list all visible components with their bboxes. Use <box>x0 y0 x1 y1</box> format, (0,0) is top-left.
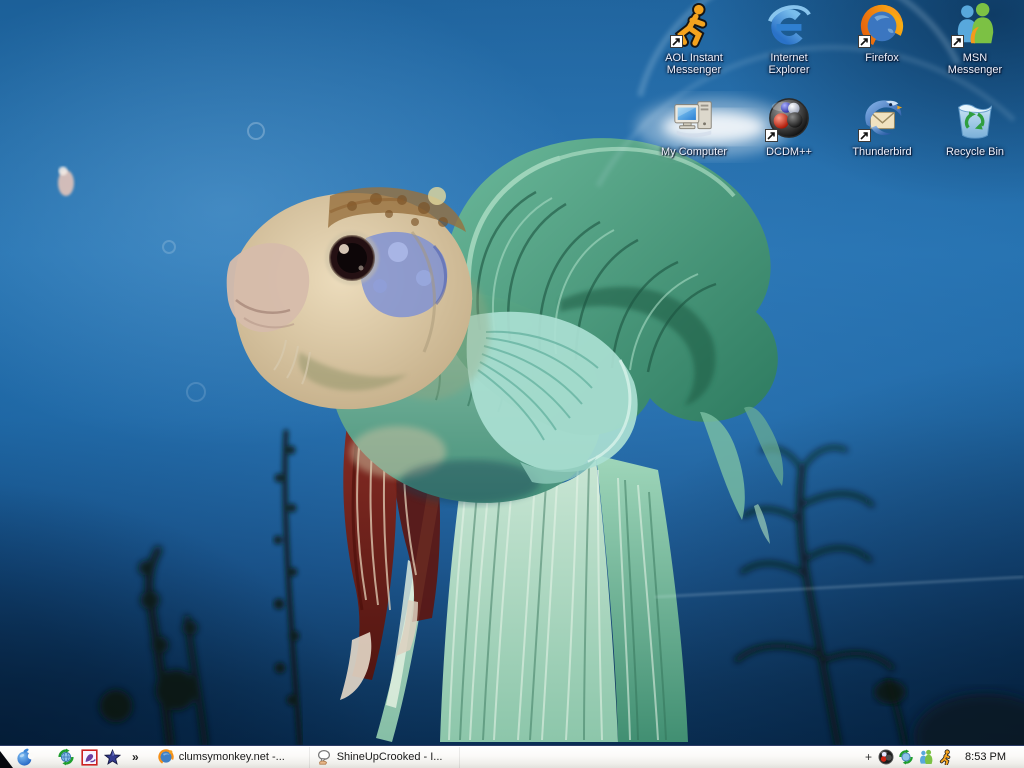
betta-fish <box>227 138 784 742</box>
shortcut-arrow-icon <box>765 129 778 142</box>
system-tray: + <box>865 746 1024 768</box>
quick-launch-bar: » <box>54 746 143 768</box>
icon-label: AOL InstantMessenger <box>650 52 738 76</box>
icon-label: MSNMessenger <box>931 52 1019 76</box>
tray-clock[interactable]: 8:53 PM <box>965 751 1006 763</box>
tray-expand-button[interactable]: + <box>865 751 872 763</box>
icon-label: InternetExplorer <box>745 52 833 76</box>
msn-messenger-tray-icon[interactable] <box>918 749 934 765</box>
internet-explorer-icon <box>765 2 813 48</box>
icon-label: My Computer <box>650 146 738 158</box>
icon-label: Recycle Bin <box>931 146 1019 158</box>
shortcut-arrow-icon <box>670 35 683 48</box>
taskbar-button-firefox-window[interactable]: clumsymonkey.net -... <box>152 746 310 768</box>
taskbar-button-label: ShineUpCrooked - I... <box>337 751 443 763</box>
shortcut-arrow-icon <box>858 129 871 142</box>
aol-tray-icon[interactable] <box>938 749 954 765</box>
firefox-icon <box>158 749 174 765</box>
icon-label: DCDM++ <box>745 146 833 158</box>
quick-launch-sync-globe[interactable] <box>54 746 78 768</box>
apple-logo-icon <box>15 747 35 767</box>
desktop-icon-internet-explorer[interactable]: InternetExplorer <box>745 2 833 76</box>
quick-launch-adobe-acrobat[interactable] <box>78 746 101 768</box>
icon-label: Firefox <box>838 52 926 64</box>
desktop-icon-dcdm[interactable]: DCDM++ <box>745 96 833 158</box>
my-computer-icon <box>670 96 718 142</box>
adobe-acrobat-icon <box>81 749 98 766</box>
shortcut-arrow-icon <box>951 35 964 48</box>
desktop-icon-recycle-bin[interactable]: Recycle Bin <box>931 96 1019 158</box>
dcdm-tray-icon[interactable] <box>878 749 894 765</box>
desktop-icon-firefox[interactable]: Firefox <box>838 2 926 64</box>
icon-label: Thunderbird <box>838 146 926 158</box>
recycle-bin-icon <box>951 96 999 142</box>
desktop-icon-aol-instant-messenger[interactable]: AOL InstantMessenger <box>650 2 738 76</box>
taskbar-corner-wedge <box>0 751 13 768</box>
desktop-icon-thunderbird[interactable]: Thunderbird <box>838 96 926 158</box>
desktop: AOL InstantMessenger InternetExplorer <box>0 0 1024 768</box>
aim-conversation-icon <box>316 749 332 765</box>
taskbar-button-aim-conversation[interactable]: ShineUpCrooked - I... <box>310 746 460 768</box>
sync-globe-icon <box>57 748 75 766</box>
taskbar: » clumsymonkey.net -... ShineUpCrooked -… <box>0 745 1024 768</box>
quick-launch-overflow-chevron[interactable]: » <box>128 750 143 764</box>
desktop-icon-my-computer[interactable]: My Computer <box>650 96 738 158</box>
start-button[interactable] <box>13 746 37 768</box>
quick-launch-bookmark-star[interactable] <box>101 746 124 768</box>
sync-globe-tray-icon[interactable] <box>898 749 914 765</box>
taskbar-button-label: clumsymonkey.net -... <box>179 751 285 763</box>
desktop-icon-msn-messenger[interactable]: MSNMessenger <box>931 2 1019 76</box>
shortcut-arrow-icon <box>858 35 871 48</box>
star-icon <box>104 749 121 766</box>
